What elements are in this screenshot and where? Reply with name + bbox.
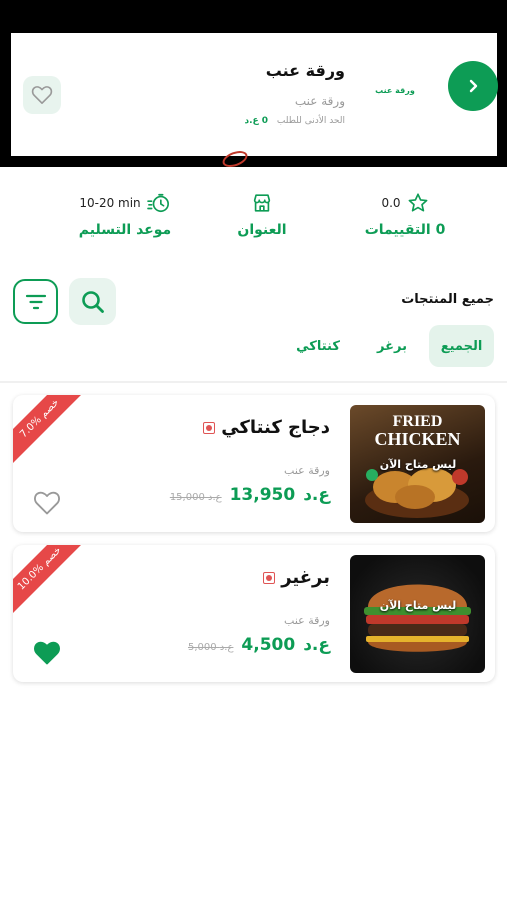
chevron-right-icon <box>469 79 478 93</box>
non-veg-indicator-icon <box>203 421 216 434</box>
tab-label: الجميع <box>440 338 483 354</box>
product-name-row: برغير <box>263 567 330 588</box>
availability-text: ليس متاح الآن <box>379 458 457 471</box>
store-header: ورقة عنب ورقة عنب ورقة عنب الحد الأدنى ل… <box>0 0 507 171</box>
tab-burger[interactable]: برغر <box>366 325 418 367</box>
tab-label: برغر <box>377 338 407 354</box>
section-title: جميع المنتجات <box>401 292 494 307</box>
delivery-label: موعد التسليم <box>78 222 172 238</box>
product-store: ورقة عنب <box>284 614 330 627</box>
product-name-row: دجاج كنتاكي <box>203 417 330 438</box>
filter-button[interactable] <box>13 279 58 324</box>
min-order-label: الحد الأدنى للطلب <box>276 116 345 126</box>
product-price-row: 15,000 ع.د 13,950 ع.د <box>170 485 330 505</box>
store-logo: ورقة عنب <box>375 86 415 95</box>
store-subtitle: ورقة عنب <box>294 94 345 108</box>
store-favorite-button[interactable] <box>23 76 61 114</box>
store-name: ورقة عنب <box>265 61 345 80</box>
product-card[interactable]: FRIED CHICKEN ليس متاح الآن دجاج كنتاكي … <box>13 395 495 532</box>
search-button[interactable] <box>69 278 116 325</box>
non-veg-indicator-icon <box>263 571 276 584</box>
filter-icon <box>25 294 46 309</box>
star-icon <box>408 193 427 212</box>
old-price: 5,000 ع.د <box>188 642 234 653</box>
next-button[interactable] <box>448 61 498 111</box>
search-icon <box>81 290 104 313</box>
price-value: 13,950 <box>229 485 296 505</box>
product-name: برغير <box>281 567 330 588</box>
discount-ribbon: 7.0% خصم <box>13 395 88 467</box>
product-price-row: 5,000 ع.د 4,500 ع.د <box>188 635 330 655</box>
min-order-value: 0 ع.د <box>244 116 269 126</box>
price-value: 4,500 <box>241 635 296 655</box>
discount-ribbon: 10.0% خصم <box>13 545 88 617</box>
product-image: FRIED CHICKEN ليس متاح الآن <box>350 405 485 523</box>
rating-value: 0.0 <box>381 196 401 210</box>
rating-info[interactable]: 0.0 0 التقييمات <box>340 190 470 238</box>
store-card[interactable]: ورقة عنب ورقة عنب ورقة عنب الحد الأدنى ل… <box>11 33 498 156</box>
price-currency: ع.د <box>303 635 330 655</box>
tab-label: كنتاكي <box>296 338 340 354</box>
product-image: ليس متاح الآن <box>350 555 485 673</box>
image-text-chicken: CHICKEN <box>374 429 461 449</box>
product-card[interactable]: ليس متاح الآن برغير ورقة عنب 5,000 ع.د 4… <box>13 545 495 682</box>
tab-kentucky[interactable]: كنتاكي <box>285 325 351 367</box>
delivery-value: 10-20 min <box>79 196 141 210</box>
burger-image <box>364 584 471 652</box>
heart-icon[interactable] <box>33 490 61 516</box>
heart-icon[interactable] <box>33 640 61 666</box>
store-icon <box>253 194 271 212</box>
delivery-info: 10-20 min موعد التسليم <box>60 190 190 238</box>
rating-label: 0 التقييمات <box>364 222 446 238</box>
product-name: دجاج كنتاكي <box>221 417 330 438</box>
heart-icon <box>31 86 53 104</box>
tab-all[interactable]: الجميع <box>429 325 494 367</box>
timer-icon <box>146 193 169 213</box>
product-store: ورقة عنب <box>284 464 330 477</box>
address-info[interactable]: العنوان <box>197 190 327 238</box>
availability-text: ليس متاح الآن <box>379 599 457 612</box>
address-label: العنوان <box>237 222 287 238</box>
price-currency: ع.د <box>303 485 330 505</box>
min-order: الحد الأدنى للطلب 0 ع.د <box>244 116 345 126</box>
old-price: 15,000 ع.د <box>169 492 222 503</box>
divider <box>0 381 507 383</box>
